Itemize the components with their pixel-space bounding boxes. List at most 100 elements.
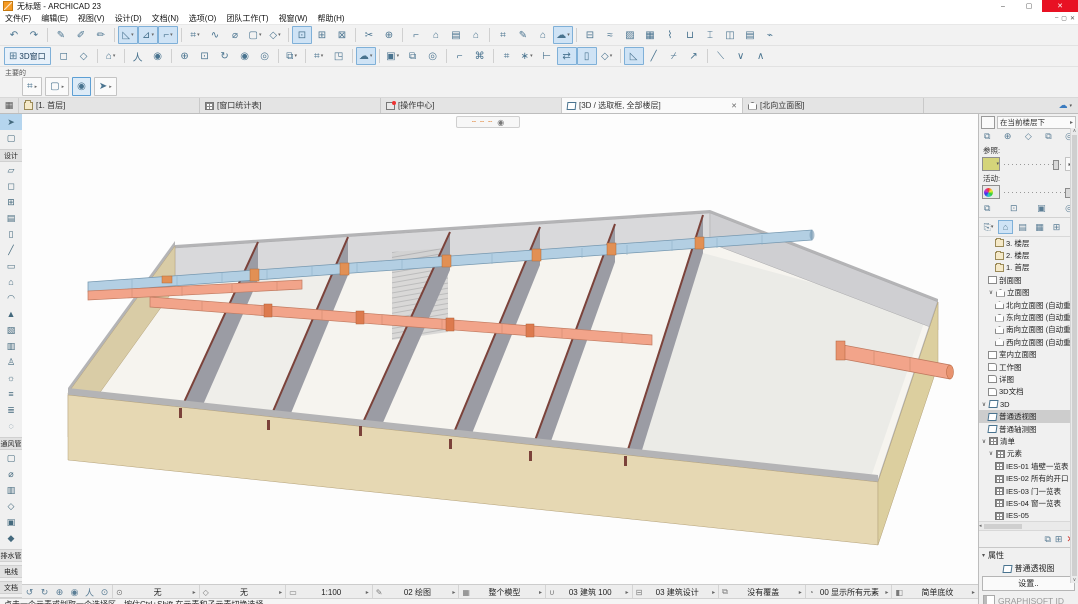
tab-4[interactable]: [3D / 选取框, 全部楼层]✕ <box>562 98 743 113</box>
expander-icon[interactable]: ∨ <box>981 438 987 445</box>
schedule-sm-icon[interactable]: ▤ <box>740 26 760 44</box>
marquee-options-button[interactable]: ⌗▸ <box>22 77 42 96</box>
pen-set-field[interactable]: ✎02 绘图▸ <box>372 585 459 599</box>
redo-icon[interactable]: ↷ <box>24 26 44 44</box>
gravity-icon[interactable]: ∿ <box>205 26 225 44</box>
orbit-left-icon[interactable]: ↺ <box>22 585 37 599</box>
slab-tool-sm-icon[interactable]: ▨ <box>620 26 640 44</box>
menu-item-6[interactable]: 团队工作(T) <box>221 14 273 23</box>
trace-align-icon[interactable]: ⊡ <box>1010 203 1018 214</box>
tree-item-4[interactable]: ∨立面图 <box>979 287 1071 299</box>
new-item-icon[interactable]: ⊞ <box>1055 534 1063 545</box>
grid-display-icon[interactable]: ⌗▾ <box>309 47 329 65</box>
tree-item-3[interactable]: 剖面图 <box>979 274 1071 286</box>
grid-snap-icon[interactable]: ⌗▾ <box>185 26 205 44</box>
menu-item-4[interactable]: 文档(N) <box>147 14 184 23</box>
trim-icon[interactable]: ⌐ <box>406 26 426 44</box>
tree-item-10[interactable]: 工作图 <box>979 361 1071 373</box>
navigator-palette-icon[interactable]: ⧉ <box>1044 534 1050 545</box>
tree-item-14[interactable]: 普通透视图 <box>979 410 1071 422</box>
gravity-off-icon[interactable]: ⌀ <box>225 26 245 44</box>
select-options-button[interactable]: ➤▸ <box>94 77 117 96</box>
solid-ops-icon[interactable]: ⌂ <box>466 26 486 44</box>
duct-bend-tool[interactable]: ◇ <box>0 498 22 514</box>
adjust-icon[interactable]: ⊕ <box>379 26 399 44</box>
tree-item-12[interactable]: 3D文档 <box>979 386 1071 398</box>
cloud-sync-icon[interactable]: ☁▾ <box>1052 98 1078 113</box>
object-tool[interactable]: ♙ <box>0 354 22 370</box>
camera-icon[interactable]: ▣▾ <box>383 47 403 65</box>
renovation-filter-field[interactable]: ◔00 显示所有元素▸ <box>805 585 892 599</box>
menu-item-8[interactable]: 帮助(H) <box>312 14 349 23</box>
settings-button[interactable]: 设置.. <box>982 576 1075 591</box>
hatch-sm-icon[interactable]: ⟍ <box>711 47 731 65</box>
orbit-right-icon[interactable]: ↻ <box>37 585 52 599</box>
duct-tool[interactable]: ▢ <box>0 450 22 466</box>
magnify-icon[interactable]: ⊙ <box>97 585 112 599</box>
scroll-down-icon[interactable]: ∨ <box>1073 577 1077 583</box>
suspend-groups-icon[interactable]: ⊠ <box>332 26 352 44</box>
trace-transfer-icon[interactable]: ⧉ <box>984 131 990 142</box>
morph-tool[interactable]: ▥ <box>0 338 22 354</box>
arrow-tool[interactable]: ➤ <box>0 114 22 130</box>
shell-tool[interactable]: ◠ <box>0 290 22 306</box>
editing-plane-icon[interactable]: ◳ <box>329 47 349 65</box>
trace-shapes-icon[interactable]: ◇ <box>1025 131 1032 142</box>
orbit-toggle-button[interactable]: ◉ <box>72 77 91 96</box>
arc-sm-icon[interactable]: ⌿ <box>664 47 684 65</box>
close-tab-icon[interactable]: ✕ <box>731 102 737 110</box>
sun-study-icon[interactable]: ◎ <box>423 47 443 65</box>
snap-references-icon[interactable]: ⌐▾ <box>158 26 178 44</box>
menu-item-7[interactable]: 视窗(W) <box>274 14 313 23</box>
tab-2[interactable]: [窗口统计表] <box>200 98 381 113</box>
tab-1[interactable]: [1. 首层] <box>19 98 200 113</box>
annotate-icon[interactable]: ✎ <box>513 26 533 44</box>
dimension-style-field[interactable]: ∪03 建筑 100▸ <box>545 585 632 599</box>
trace-toggle-icon[interactable] <box>981 116 995 129</box>
reference-opacity-slider[interactable] <box>1002 158 1063 170</box>
mdi-restore-icon[interactable]: ▢ <box>1061 15 1067 22</box>
wall-tool-sm-icon[interactable]: ⊟ <box>580 26 600 44</box>
layer-combination-field[interactable]: ⊟03 建筑设计▸ <box>632 585 719 599</box>
duct-transition-tool[interactable]: ▥ <box>0 482 22 498</box>
tree-item-9[interactable]: 室内立面图 <box>979 349 1071 361</box>
expander-icon[interactable]: ∨ <box>981 401 987 408</box>
fit-in-window-icon[interactable]: ⊡ <box>195 47 215 65</box>
wall-tool[interactable]: ▱ <box>0 162 22 178</box>
active-opacity-slider[interactable] <box>1002 186 1075 198</box>
lamp-tool[interactable]: ☼ <box>0 370 22 386</box>
walk-mode-icon[interactable]: 人 <box>128 47 148 65</box>
tab-overview-icon[interactable]: ▦ <box>0 98 19 113</box>
trace-reference-overlay[interactable]: ╌ ╌ ╌ ◉ <box>456 116 520 128</box>
tab-5[interactable]: [北向立面图] <box>743 98 924 113</box>
mdi-close-icon[interactable]: ✕ <box>1070 15 1075 22</box>
duct-fitting-tool[interactable]: ◆ <box>0 530 22 546</box>
mesh-tool-sm-icon[interactable]: ▦ <box>640 26 660 44</box>
window-tool[interactable]: ⊞ <box>0 194 22 210</box>
expander-icon[interactable]: ∨ <box>988 289 994 296</box>
beam-tool[interactable]: ╱ <box>0 242 22 258</box>
line-tool-sm-icon[interactable]: ╱ <box>644 47 664 65</box>
up-more-icon[interactable]: ∧ <box>751 47 771 65</box>
explore-icon[interactable]: ◉ <box>235 47 255 65</box>
menu-item-3[interactable]: 设计(D) <box>110 14 147 23</box>
orientation-preset-field[interactable]: ◇无▸ <box>199 585 286 599</box>
column-sm-icon[interactable]: ⌇ <box>660 26 680 44</box>
menu-item-0[interactable]: 文件(F) <box>0 14 36 23</box>
zone-tool[interactable]: ▧ <box>0 322 22 338</box>
minimize-icon[interactable]: – <box>990 0 1016 12</box>
tree-item-7[interactable]: 南向立面图 (自动重建) <box>979 324 1071 336</box>
column-tool[interactable]: ▯ <box>0 226 22 242</box>
tree-item-17[interactable]: ∨元素 <box>979 448 1071 460</box>
trace-copy-icon[interactable]: ⧉ <box>1045 131 1051 142</box>
menu-item-2[interactable]: 视图(V) <box>73 14 110 23</box>
tree-item-22[interactable]: IES-05 <box>979 510 1071 521</box>
zoom-mode-icon[interactable]: ⊕ <box>52 585 67 599</box>
scroll-left-icon[interactable]: ◂ <box>979 523 982 529</box>
photorender-icon[interactable]: ☁▾ <box>356 47 376 65</box>
marquee-tool[interactable]: ▢ <box>0 130 22 146</box>
cursor-snap-icon[interactable]: ▢▾ <box>245 26 265 44</box>
down-more-icon[interactable]: ∨ <box>731 47 751 65</box>
tab-3[interactable]: [操作中心] <box>381 98 562 113</box>
menu-item-1[interactable]: 编辑(E) <box>36 14 73 23</box>
